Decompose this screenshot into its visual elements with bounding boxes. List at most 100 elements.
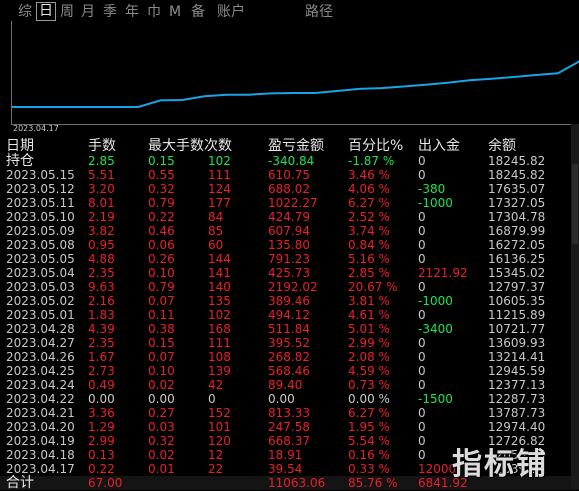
tab-magic[interactable]: M bbox=[168, 3, 182, 21]
cell-max-lots: 0.79 bbox=[148, 280, 175, 294]
cell-percent: 3.81 % bbox=[348, 294, 390, 308]
table-row[interactable]: 2023.04.26 1.67 0.07 108 268.82 2.08 % 0 13214.… bbox=[0, 350, 579, 364]
cell-max-lots: 0.32 bbox=[148, 434, 175, 448]
cell-percent: 6.27 % bbox=[348, 406, 390, 420]
cell-percent: 2.52 % bbox=[348, 210, 390, 224]
cell-percent: 5.54 % bbox=[348, 434, 390, 448]
cell-profit: 425.73 bbox=[268, 266, 310, 280]
cell-balance: 15345.02 bbox=[488, 266, 546, 280]
cell-lots: 2.19 bbox=[88, 210, 115, 224]
cell-profit: 610.75 bbox=[268, 168, 310, 182]
cell-lots: 1.83 bbox=[88, 308, 115, 322]
cell-deposit: 0 bbox=[418, 378, 426, 392]
tab-symbol[interactable]: 巾 bbox=[146, 3, 162, 21]
table-row[interactable]: 2023.04.28 4.39 0.38 168 511.84 5.01 % -3400 10… bbox=[0, 322, 579, 336]
cell-deposit: 0 bbox=[418, 406, 426, 420]
cell-balance: 10721.77 bbox=[488, 322, 546, 336]
tab-quarter[interactable]: 季 bbox=[102, 3, 118, 21]
cell-percent: 4.59 % bbox=[348, 364, 390, 378]
cell-deposit: 0 bbox=[418, 280, 426, 294]
cell-date: 2023.04.18 bbox=[6, 448, 75, 462]
table-row[interactable]: 2023.04.24 0.49 0.02 42 89.40 0.73 % 0 12377.13 bbox=[0, 378, 579, 392]
tab-path[interactable]: 路径 bbox=[302, 3, 336, 21]
cell-lots: 4.39 bbox=[88, 322, 115, 336]
cell-deposit: 0 bbox=[418, 210, 426, 224]
tab-month[interactable]: 月 bbox=[80, 3, 96, 21]
tab-year[interactable]: 年 bbox=[124, 3, 140, 21]
table-row[interactable]: 2023.04.19 2.99 0.32 120 668.37 5.54 % 0 12726.… bbox=[0, 434, 579, 448]
scrollbar-thumb[interactable] bbox=[572, 164, 578, 244]
hold-row[interactable]: 持仓 2.85 0.15 102 -340.84 -1.87 % 0 18245.82 bbox=[0, 154, 579, 168]
cell-date: 2023.04.20 bbox=[6, 420, 75, 434]
cell-profit: 11063.06 bbox=[268, 476, 326, 490]
cell-count: 144 bbox=[208, 252, 231, 266]
cell-date: 2023.05.02 bbox=[6, 294, 75, 308]
tab-week[interactable]: 周 bbox=[59, 3, 75, 21]
cell-date: 2023.05.10 bbox=[6, 210, 75, 224]
cell-lots: 0.95 bbox=[88, 238, 115, 252]
cell-deposit: 12000 bbox=[418, 462, 457, 476]
cell-count: 102 bbox=[208, 154, 231, 168]
cell-profit: 39.54 bbox=[268, 462, 303, 476]
cell-percent: 3.74 % bbox=[348, 224, 390, 238]
table-row[interactable]: 2023.05.08 0.95 0.06 60 135.80 0.84 % 0 16272.0… bbox=[0, 238, 579, 252]
cell-balance: 11215.89 bbox=[488, 308, 546, 322]
table-row[interactable]: 2023.05.09 3.82 0.46 85 607.94 3.74 % 0 16879.9… bbox=[0, 224, 579, 238]
cell-profit: 791.23 bbox=[268, 252, 310, 266]
cell-date: 合计 bbox=[6, 475, 34, 491]
table-row[interactable]: 2023.05.02 2.16 0.07 135 389.46 3.81 % -1000 10… bbox=[0, 294, 579, 308]
table-row[interactable]: 2023.04.20 1.29 0.03 101 247.58 1.95 % 0 12974.… bbox=[0, 420, 579, 434]
cell-balance: 17635.07 bbox=[488, 182, 546, 196]
cell-max-lots: 0.55 bbox=[148, 168, 175, 182]
cell-profit: 395.52 bbox=[268, 336, 310, 350]
table-row[interactable]: 2023.05.01 1.83 0.11 102 494.12 4.61 % 0 11215.… bbox=[0, 308, 579, 322]
table-row[interactable]: 2023.04.25 2.73 0.10 139 568.46 4.59 % 0 12945.… bbox=[0, 364, 579, 378]
cell-profit: 89.40 bbox=[268, 378, 303, 392]
cell-count: 177 bbox=[208, 196, 231, 210]
cell-percent: 2.99 % bbox=[348, 336, 390, 350]
table-row[interactable]: 2023.05.12 3.20 0.32 124 688.02 4.06 % -380 176… bbox=[0, 182, 579, 196]
equity-chart-svg bbox=[12, 60, 579, 108]
table-row[interactable]: 2023.05.10 2.19 0.22 84 424.79 2.52 % 0 17304.7… bbox=[0, 210, 579, 224]
table-row[interactable]: 2023.05.04 2.35 0.10 141 425.73 2.85 % 2121.92… bbox=[0, 266, 579, 280]
tab-account[interactable]: 账户 bbox=[214, 3, 248, 21]
cell-percent: 2.08 % bbox=[348, 350, 390, 364]
cell-deposit: -3400 bbox=[418, 322, 453, 336]
cell-count: 22 bbox=[208, 462, 224, 476]
cell-date: 2023.04.28 bbox=[6, 322, 75, 336]
cell-percent: 4.06 % bbox=[348, 182, 390, 196]
table-row[interactable]: 2023.04.22 0.00 0.00 0 0.00 0.00 % -1500 12287.… bbox=[0, 392, 579, 406]
cell-deposit: -380 bbox=[418, 182, 446, 196]
table-row[interactable]: 2023.05.05 4.88 0.26 144 791.23 5.16 % 0 16136.… bbox=[0, 252, 579, 266]
cell-deposit: 0 bbox=[418, 154, 426, 168]
tab-day[interactable]: 日 bbox=[36, 2, 56, 21]
cell-lots: 2.85 bbox=[88, 154, 115, 168]
cell-count: 111 bbox=[208, 336, 231, 350]
cell-max-lots: 0.26 bbox=[148, 252, 175, 266]
cell-max-lots: 0.11 bbox=[148, 308, 175, 322]
tab-summary[interactable]: 综 bbox=[17, 3, 33, 21]
chart-start-date: 2023.04.17 bbox=[13, 124, 59, 133]
cell-profit: 2192.02 bbox=[268, 280, 318, 294]
vertical-scrollbar[interactable] bbox=[571, 124, 579, 489]
cell-max-lots: 0.07 bbox=[148, 294, 175, 308]
col-header-date: 日期 bbox=[6, 138, 34, 154]
table-row[interactable]: 2023.05.03 9.63 0.79 140 2192.02 20.67 % 0 1279… bbox=[0, 280, 579, 294]
table-row[interactable]: 2023.05.15 5.51 0.55 111 610.75 3.46 % 0 18245.… bbox=[0, 168, 579, 182]
cell-date: 2023.04.27 bbox=[6, 336, 75, 350]
cell-percent: 85.76 % bbox=[348, 476, 398, 490]
cell-count: 111 bbox=[208, 168, 231, 182]
cell-count: 141 bbox=[208, 266, 231, 280]
cell-lots: 9.63 bbox=[88, 280, 115, 294]
cell-count: 152 bbox=[208, 406, 231, 420]
cell-lots: 0.22 bbox=[88, 462, 115, 476]
cell-count: 60 bbox=[208, 238, 224, 252]
cell-balance: 13787.73 bbox=[488, 406, 546, 420]
table-row[interactable]: 2023.04.27 2.35 0.15 111 395.52 2.99 % 0 13609.… bbox=[0, 336, 579, 350]
cell-balance: 16136.25 bbox=[488, 252, 546, 266]
table-row[interactable]: 2023.05.11 8.01 0.79 177 1022.27 6.27 % -1000 1… bbox=[0, 196, 579, 210]
cell-deposit: -1500 bbox=[418, 392, 453, 406]
tab-note[interactable]: 备 bbox=[190, 3, 206, 21]
cell-date: 2023.04.24 bbox=[6, 378, 75, 392]
table-row[interactable]: 2023.04.21 3.36 0.27 152 813.33 6.27 % 0 13787.… bbox=[0, 406, 579, 420]
